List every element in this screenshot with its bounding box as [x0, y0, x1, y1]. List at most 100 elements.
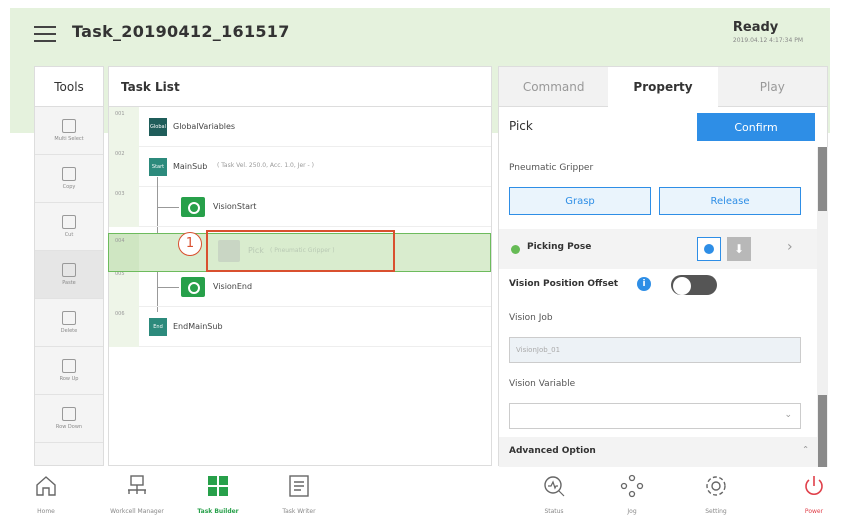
nav-home[interactable]: Home: [26, 474, 66, 515]
nav-power[interactable]: Power: [794, 474, 834, 515]
row-up-button[interactable]: Row Up: [35, 347, 103, 395]
tool-label: Row Up: [59, 376, 79, 382]
nav-label: Task Builder: [197, 508, 239, 515]
info-icon[interactable]: i: [637, 277, 651, 291]
pose-select-button[interactable]: [697, 237, 721, 261]
nav-workcell-manager[interactable]: Workcell Manager: [92, 474, 182, 515]
scrollbar-thumb[interactable]: [818, 395, 827, 467]
gripper-label: Pneumatic Gripper: [509, 163, 594, 173]
nav-setting[interactable]: Setting: [696, 474, 736, 515]
nav-task-builder[interactable]: Task Builder: [188, 474, 248, 515]
callout-badge: 1: [178, 232, 202, 256]
paste-button[interactable]: Paste: [35, 251, 103, 299]
tool-label: Row Down: [55, 424, 83, 430]
node-params: ( Pneumatic Gripper ): [270, 247, 335, 254]
tree-line: [157, 287, 179, 288]
tab-property[interactable]: Property: [608, 67, 718, 107]
vision-job-label: Vision Job: [509, 313, 553, 323]
global-var-badge: Global Var.: [149, 118, 167, 148]
workcell-icon: [128, 475, 146, 494]
end-badge: End: [149, 318, 167, 336]
node-label: EndMainSub: [173, 322, 223, 331]
cut-button[interactable]: Cut: [35, 203, 103, 251]
tool-label: Cut: [64, 232, 74, 238]
gripper-icon: [218, 240, 240, 262]
nav-label: Status: [544, 508, 564, 515]
nav-task-writer[interactable]: Task Writer: [274, 474, 324, 515]
task-row[interactable]: 005 VisionEnd: [109, 267, 491, 307]
node-label: VisionEnd: [213, 282, 253, 291]
command-title: Pick: [509, 119, 533, 133]
tools-panel: Tools Multi Select Copy Cut Paste Delete…: [34, 66, 104, 466]
nav-label: Jog: [627, 508, 637, 515]
node-label: Pick: [248, 246, 264, 255]
release-button[interactable]: Release: [659, 187, 801, 215]
jog-icon: [620, 474, 644, 498]
pose-status-dot: [511, 245, 520, 254]
tab-command[interactable]: Command: [499, 67, 609, 107]
vision-offset-label: Vision Position Offset: [509, 279, 619, 289]
node-params: ( Task Vel. 250.0, Acc. 1.0, Jer - ): [217, 162, 314, 169]
delete-button[interactable]: Delete: [35, 299, 103, 347]
scrollbar[interactable]: [817, 147, 828, 467]
row-up-icon: [62, 359, 76, 373]
bottom-nav: Home Workcell Manager Task Builder Task …: [0, 470, 843, 532]
camera-icon: [181, 197, 205, 217]
cut-icon: [62, 215, 76, 229]
copy-button[interactable]: Copy: [35, 155, 103, 203]
paste-icon: [62, 263, 76, 277]
tools-title: Tools: [35, 67, 103, 107]
nav-label: Task Writer: [282, 508, 316, 515]
picking-pose-label: Picking Pose: [527, 242, 592, 252]
nav-label: Power: [804, 508, 824, 515]
confirm-button[interactable]: Confirm: [697, 113, 815, 141]
task-row[interactable]: 001 Global Var. GlobalVariables: [109, 107, 491, 148]
task-row[interactable]: 006 End EndMainSub: [109, 307, 491, 347]
status-timestamp: 2019.04.12 4:17:34 PM: [732, 37, 803, 44]
vision-offset-toggle[interactable]: [671, 275, 717, 295]
vision-job-field[interactable]: VisionJob_01: [509, 337, 801, 363]
download-icon[interactable]: ⬇: [727, 237, 751, 261]
expand-icon: ⌃: [802, 445, 809, 454]
nav-label: Workcell Manager: [110, 508, 164, 515]
nav-label: Setting: [705, 508, 727, 515]
property-panel: Command Property Play Pick Confirm Pneum…: [498, 66, 828, 467]
advanced-option-row[interactable]: Advanced Option ⌃: [499, 437, 817, 467]
task-row[interactable]: 002 Start MainSub ( Task Vel. 250.0, Acc…: [109, 147, 491, 187]
multi-select-button[interactable]: Multi Select: [35, 107, 103, 155]
chevron-right-icon[interactable]: ›: [787, 239, 793, 255]
tool-label: Copy: [62, 184, 76, 190]
task-row[interactable]: 003 VisionStart: [109, 187, 491, 227]
nav-label: Home: [37, 508, 55, 515]
home-icon: [36, 476, 56, 496]
node-label: VisionStart: [213, 202, 257, 211]
status-text: Ready: [732, 20, 779, 35]
tab-play[interactable]: Play: [717, 67, 827, 107]
highlight-box: Pick ( Pneumatic Gripper ): [206, 230, 395, 272]
scrollbar-thumb[interactable]: [818, 147, 827, 211]
task-builder-icon: [208, 476, 228, 496]
task-title: Task_20190412_161517: [72, 22, 290, 41]
camera-icon: [181, 277, 205, 297]
line-number: 004: [109, 234, 139, 271]
nav-jog[interactable]: Jog: [612, 474, 652, 515]
nav-status[interactable]: Status: [534, 474, 574, 515]
line-number: 001: [109, 107, 139, 147]
start-badge: Start: [149, 158, 167, 176]
task-list-title: Task List: [109, 67, 491, 107]
chevron-down-icon: ⌄: [784, 410, 792, 420]
hamburger-menu-icon[interactable]: [34, 26, 56, 42]
delete-icon: [62, 311, 76, 325]
vision-variable-select[interactable]: ⌄: [509, 403, 801, 429]
tool-label: Multi Select: [54, 136, 84, 142]
gear-icon: [706, 476, 726, 496]
tool-label: Paste: [62, 280, 76, 286]
node-label: MainSub: [173, 162, 208, 171]
picking-pose-row[interactable]: Picking Pose ⬇ ›: [499, 229, 817, 269]
row-down-button[interactable]: Row Down: [35, 395, 103, 443]
panel-tabs: Command Property Play: [499, 67, 827, 107]
grasp-button[interactable]: Grasp: [509, 187, 651, 215]
row-down-icon: [62, 407, 76, 421]
node-label: GlobalVariables: [173, 122, 236, 131]
status-area: Ready 2019.04.12 4:17:34 PM: [733, 20, 803, 44]
